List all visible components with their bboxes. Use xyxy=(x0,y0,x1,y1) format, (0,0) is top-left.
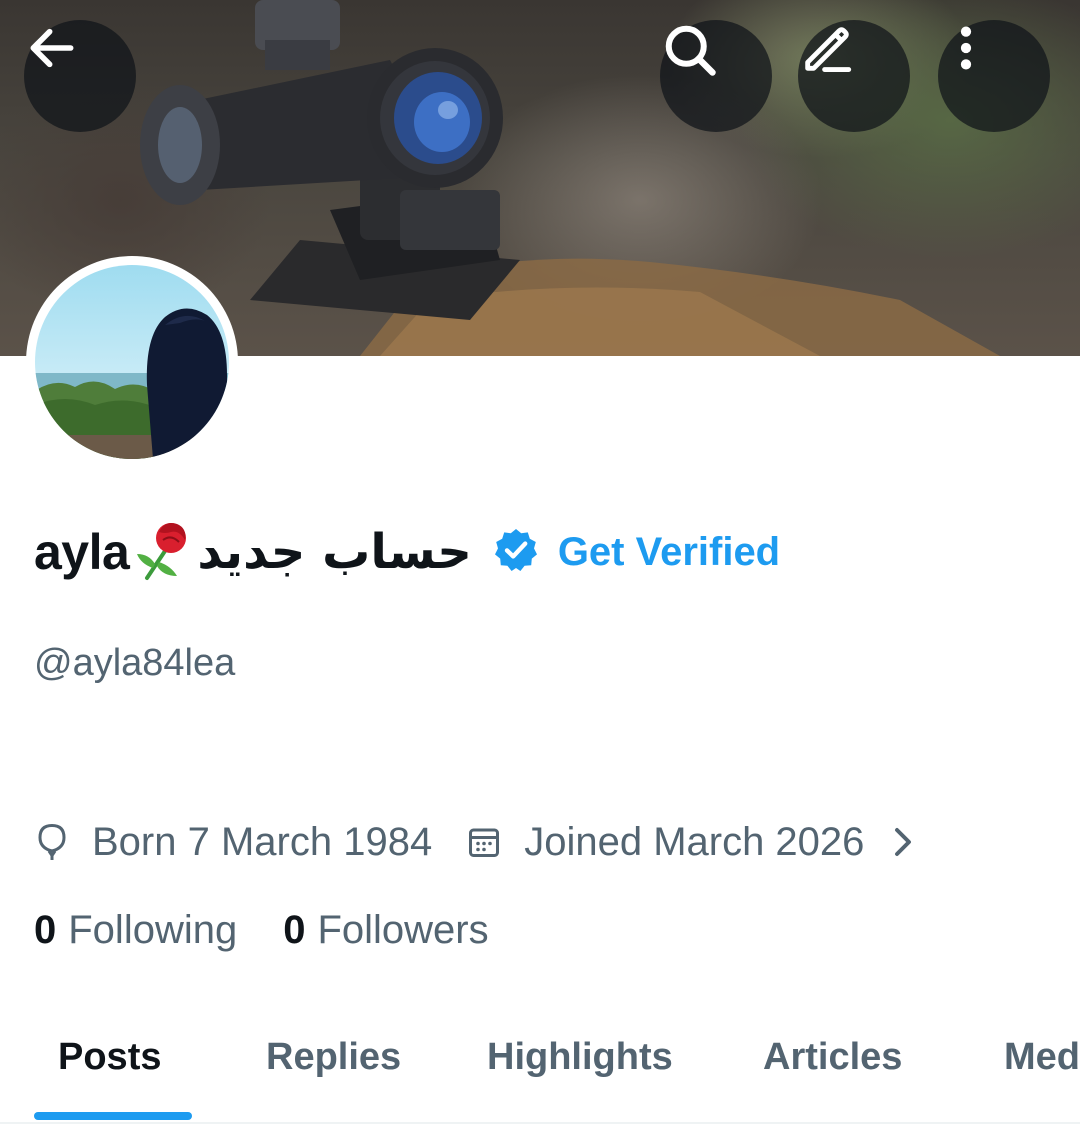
tab-replies[interactable]: Replies xyxy=(266,1036,401,1079)
tabs-divider xyxy=(0,1122,1080,1124)
tab-articles[interactable]: Articles xyxy=(763,1036,902,1079)
follow-stats: 0 Following 0 Followers xyxy=(34,902,489,958)
tab-media[interactable]: Media xyxy=(1004,1036,1080,1079)
avatar-photo xyxy=(35,265,229,459)
arrow-left-icon xyxy=(30,28,74,68)
profile-handle: @ayla84lea xyxy=(34,642,236,684)
profile-meta[interactable]: Born 7 March 1984 Joined March 2026 xyxy=(34,812,918,872)
rose-emoji xyxy=(133,518,193,587)
get-verified-link[interactable]: Get Verified xyxy=(558,530,780,575)
profile-page: ayla حساب جديد Get Verified @ayla84lea B… xyxy=(0,0,1080,1136)
balloon-icon xyxy=(38,823,66,860)
active-tab-indicator xyxy=(34,1112,192,1120)
chevron-right-icon[interactable] xyxy=(888,824,918,860)
followers-link[interactable]: 0 Followers xyxy=(283,908,488,953)
tab-highlights[interactable]: Highlights xyxy=(487,1036,673,1079)
profile-name-row: ayla حساب جديد Get Verified xyxy=(34,512,780,592)
verified-badge-icon xyxy=(492,526,540,579)
following-link[interactable]: 0 Following xyxy=(34,908,237,953)
display-name-arabic: حساب جديد xyxy=(197,524,472,580)
followers-label: Followers xyxy=(317,907,489,952)
back-button[interactable] xyxy=(24,20,136,132)
more-options-button[interactable] xyxy=(938,20,1050,132)
edit-icon xyxy=(805,27,852,72)
join-date: Joined March 2026 xyxy=(466,820,864,865)
birthdate-text: Born 7 March 1984 xyxy=(92,819,433,864)
join-date-text: Joined March 2026 xyxy=(524,819,865,864)
search-button[interactable] xyxy=(660,20,772,132)
followers-count: 0 xyxy=(283,907,306,952)
rose-icon xyxy=(137,522,187,580)
edit-button[interactable] xyxy=(798,20,910,132)
search-icon xyxy=(665,25,716,76)
following-label: Following xyxy=(68,907,238,952)
profile-avatar[interactable] xyxy=(26,256,238,468)
tab-posts[interactable]: Posts xyxy=(58,1036,161,1079)
profile-tabs: Posts Replies Highlights Articles Media xyxy=(0,1010,1080,1136)
birthdate: Born 7 March 1984 xyxy=(34,820,432,865)
more-vertical-icon xyxy=(960,26,972,70)
following-count: 0 xyxy=(34,907,57,952)
calendar-icon xyxy=(469,828,500,857)
display-name: ayla xyxy=(34,524,130,580)
